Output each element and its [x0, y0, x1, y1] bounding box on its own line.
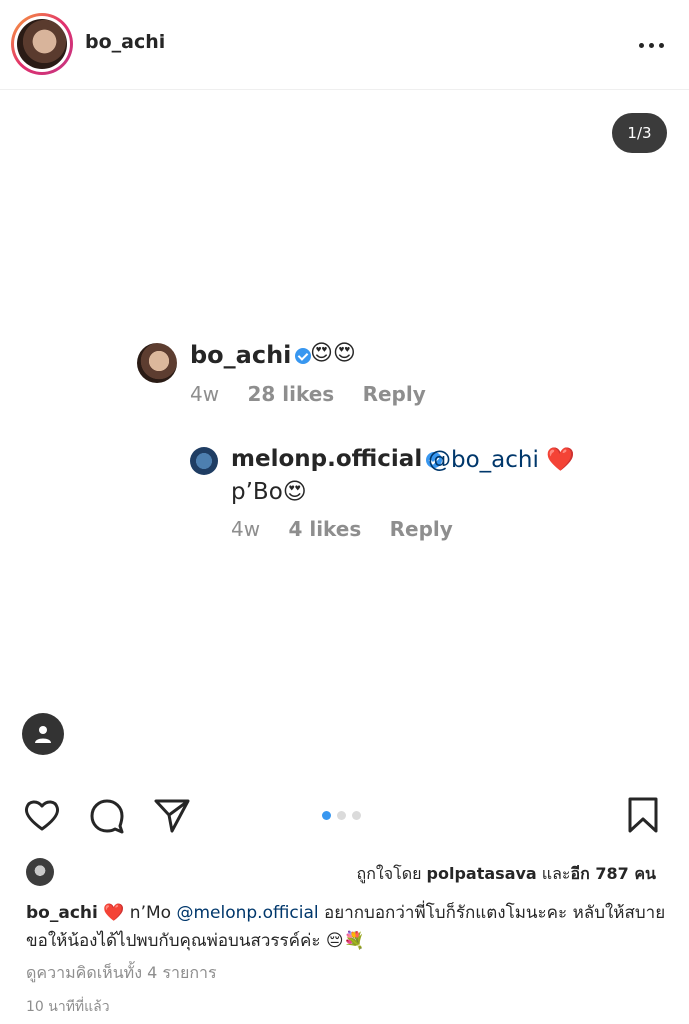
comment-meta: 4w 28 likes Reply	[190, 382, 448, 406]
liker-avatar	[26, 858, 54, 886]
post-header: bo_achi	[0, 0, 689, 90]
tagged-users-button[interactable]	[22, 713, 64, 755]
comment-reply: Reply	[362, 382, 426, 406]
post-timestamp: 10 นาทีที่แล้ว	[26, 999, 110, 1015]
reply-text: p’Bo😍	[231, 479, 307, 505]
carousel-dot-active	[322, 811, 331, 820]
carousel-counter: 1/3	[612, 113, 667, 153]
carousel-dot	[337, 811, 346, 820]
profile-avatar[interactable]	[11, 13, 73, 75]
reply-time: 4w	[231, 517, 261, 541]
reply-username: melonp.official	[231, 446, 443, 472]
reply-mention: @bo_achi ❤️	[428, 447, 575, 473]
reply-avatar	[190, 447, 218, 475]
caption-username[interactable]: bo_achi	[26, 903, 98, 923]
likes-summary[interactable]: ถูกใจโดย polpatasava และอีก 787 คน	[357, 862, 656, 887]
person-icon	[35, 726, 51, 743]
heart-emoji: ❤️	[103, 903, 125, 923]
comment-avatar	[137, 343, 177, 383]
carousel-indicator	[322, 811, 361, 820]
verified-badge-icon	[295, 348, 312, 364]
view-all-comments-link[interactable]: ดูความคิดเห็นทั้ง 4 รายการ	[26, 961, 217, 986]
post-caption: bo_achi ❤️ n’Mo @melonp.official อยากบอก…	[26, 903, 666, 951]
heart-emoji: ❤️	[546, 447, 575, 473]
caption-mention[interactable]: @melonp.official	[176, 903, 318, 923]
bookmark-icon[interactable]	[623, 795, 663, 835]
more-horizontal-icon[interactable]	[639, 36, 669, 54]
comment-likes: 28 likes	[247, 382, 335, 406]
comment-text: 😍😍	[310, 341, 356, 366]
comment-time: 4w	[190, 382, 220, 406]
comment-username: bo_achi	[190, 341, 312, 369]
share-icon[interactable]	[152, 795, 192, 835]
action-bar	[0, 795, 689, 840]
comment-icon[interactable]	[87, 795, 127, 835]
carousel-dot	[352, 811, 361, 820]
heart-icon[interactable]	[22, 795, 62, 835]
post-media[interactable]: 1/3 bo_achi 😍😍 4w 28 likes Reply melonp.…	[0, 91, 689, 781]
reply-meta: 4w 4 likes Reply	[231, 517, 475, 541]
post-username[interactable]: bo_achi	[85, 31, 165, 53]
reply-reply: Reply	[389, 517, 453, 541]
reply-likes: 4 likes	[288, 517, 362, 541]
